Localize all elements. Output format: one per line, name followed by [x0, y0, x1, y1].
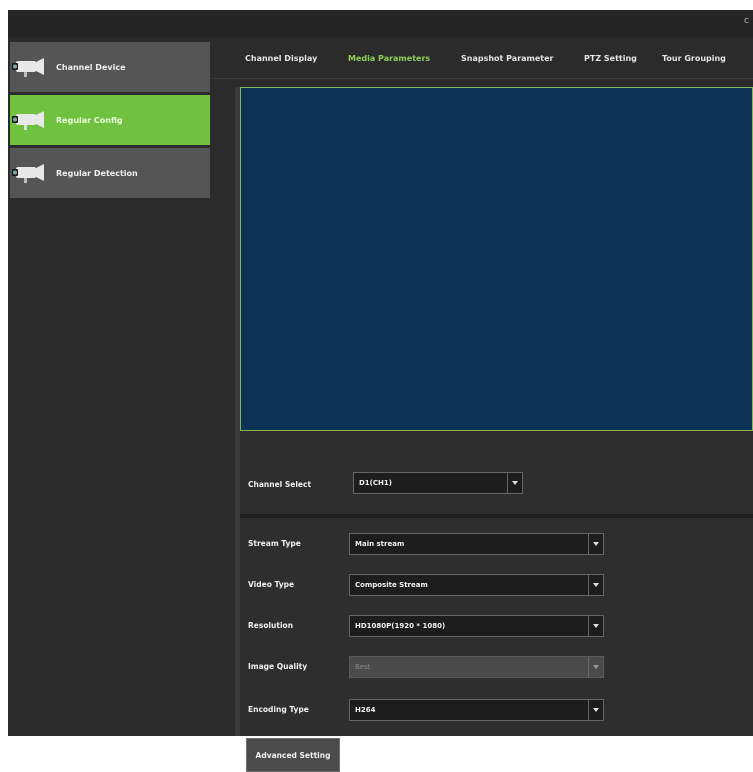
- tab-divider: [212, 78, 753, 79]
- channel-select-label: Channel Select: [248, 480, 312, 489]
- title-bar: c: [8, 10, 753, 38]
- video-type-dropdown[interactable]: Composite Stream: [349, 574, 604, 596]
- tab-media-parameters[interactable]: Media Parameters: [348, 54, 430, 63]
- chevron-down-icon: [588, 575, 603, 595]
- sidebar-item-channel-device[interactable]: Channel Device: [10, 42, 210, 92]
- camera-icon: [12, 161, 46, 185]
- tab-bar: Channel Display Media Parameters Snapsho…: [212, 42, 753, 78]
- channel-select-value: D1(CH1): [359, 479, 392, 487]
- main-panel: Channel Display Media Parameters Snapsho…: [212, 38, 753, 772]
- tab-ptz-setting[interactable]: PTZ Setting: [584, 54, 637, 63]
- sidebar-item-regular-config[interactable]: Regular Config: [10, 95, 210, 145]
- resolution-label: Resolution: [248, 621, 294, 630]
- image-quality-label: Image Quality: [248, 662, 308, 671]
- chevron-down-icon: [507, 473, 522, 493]
- tab-channel-display[interactable]: Channel Display: [245, 54, 317, 63]
- encoding-type-label: Encoding Type: [248, 705, 309, 714]
- app-window: c Channel Device Regular Config Regular …: [8, 10, 753, 772]
- media-parameters-form: Channel Select D1(CH1) Stream Type Main …: [240, 432, 753, 772]
- chevron-down-icon: [588, 657, 603, 677]
- sidebar-item-label: Regular Config: [56, 115, 123, 125]
- video-type-value: Composite Stream: [355, 581, 428, 589]
- camera-icon: [12, 108, 46, 132]
- sidebar-item-regular-detection[interactable]: Regular Detection: [10, 148, 210, 198]
- stream-type-dropdown[interactable]: Main stream: [349, 533, 604, 555]
- sidebar-item-label: Regular Detection: [56, 168, 138, 178]
- resolution-value: HD1080P(1920 * 1080): [355, 622, 446, 630]
- sidebar-item-label: Channel Device: [56, 62, 126, 72]
- sidebar: Channel Device Regular Config Regular De…: [8, 38, 212, 736]
- video-preview[interactable]: [240, 87, 753, 431]
- chevron-down-icon: [588, 534, 603, 554]
- chevron-down-icon: [588, 700, 603, 720]
- resolution-dropdown[interactable]: HD1080P(1920 * 1080): [349, 615, 604, 637]
- section-divider: [240, 514, 753, 518]
- camera-icon: [12, 55, 46, 79]
- chevron-down-icon: [588, 616, 603, 636]
- title-bar-corner-text: c: [744, 16, 749, 26]
- channel-select-dropdown[interactable]: D1(CH1): [353, 472, 523, 494]
- image-quality-value: Best: [355, 663, 371, 671]
- video-type-label: Video Type: [248, 580, 295, 589]
- encoding-type-dropdown[interactable]: H264: [349, 699, 604, 721]
- tab-tour-grouping[interactable]: Tour Grouping: [662, 54, 726, 63]
- image-quality-dropdown[interactable]: Best: [349, 656, 604, 678]
- stream-type-value: Main stream: [355, 540, 405, 548]
- tab-snapshot-parameter[interactable]: Snapshot Parameter: [461, 54, 554, 63]
- advanced-setting-button[interactable]: Advanced Setting: [246, 738, 340, 772]
- stream-type-label: Stream Type: [248, 539, 301, 548]
- encoding-type-value: H264: [355, 706, 376, 714]
